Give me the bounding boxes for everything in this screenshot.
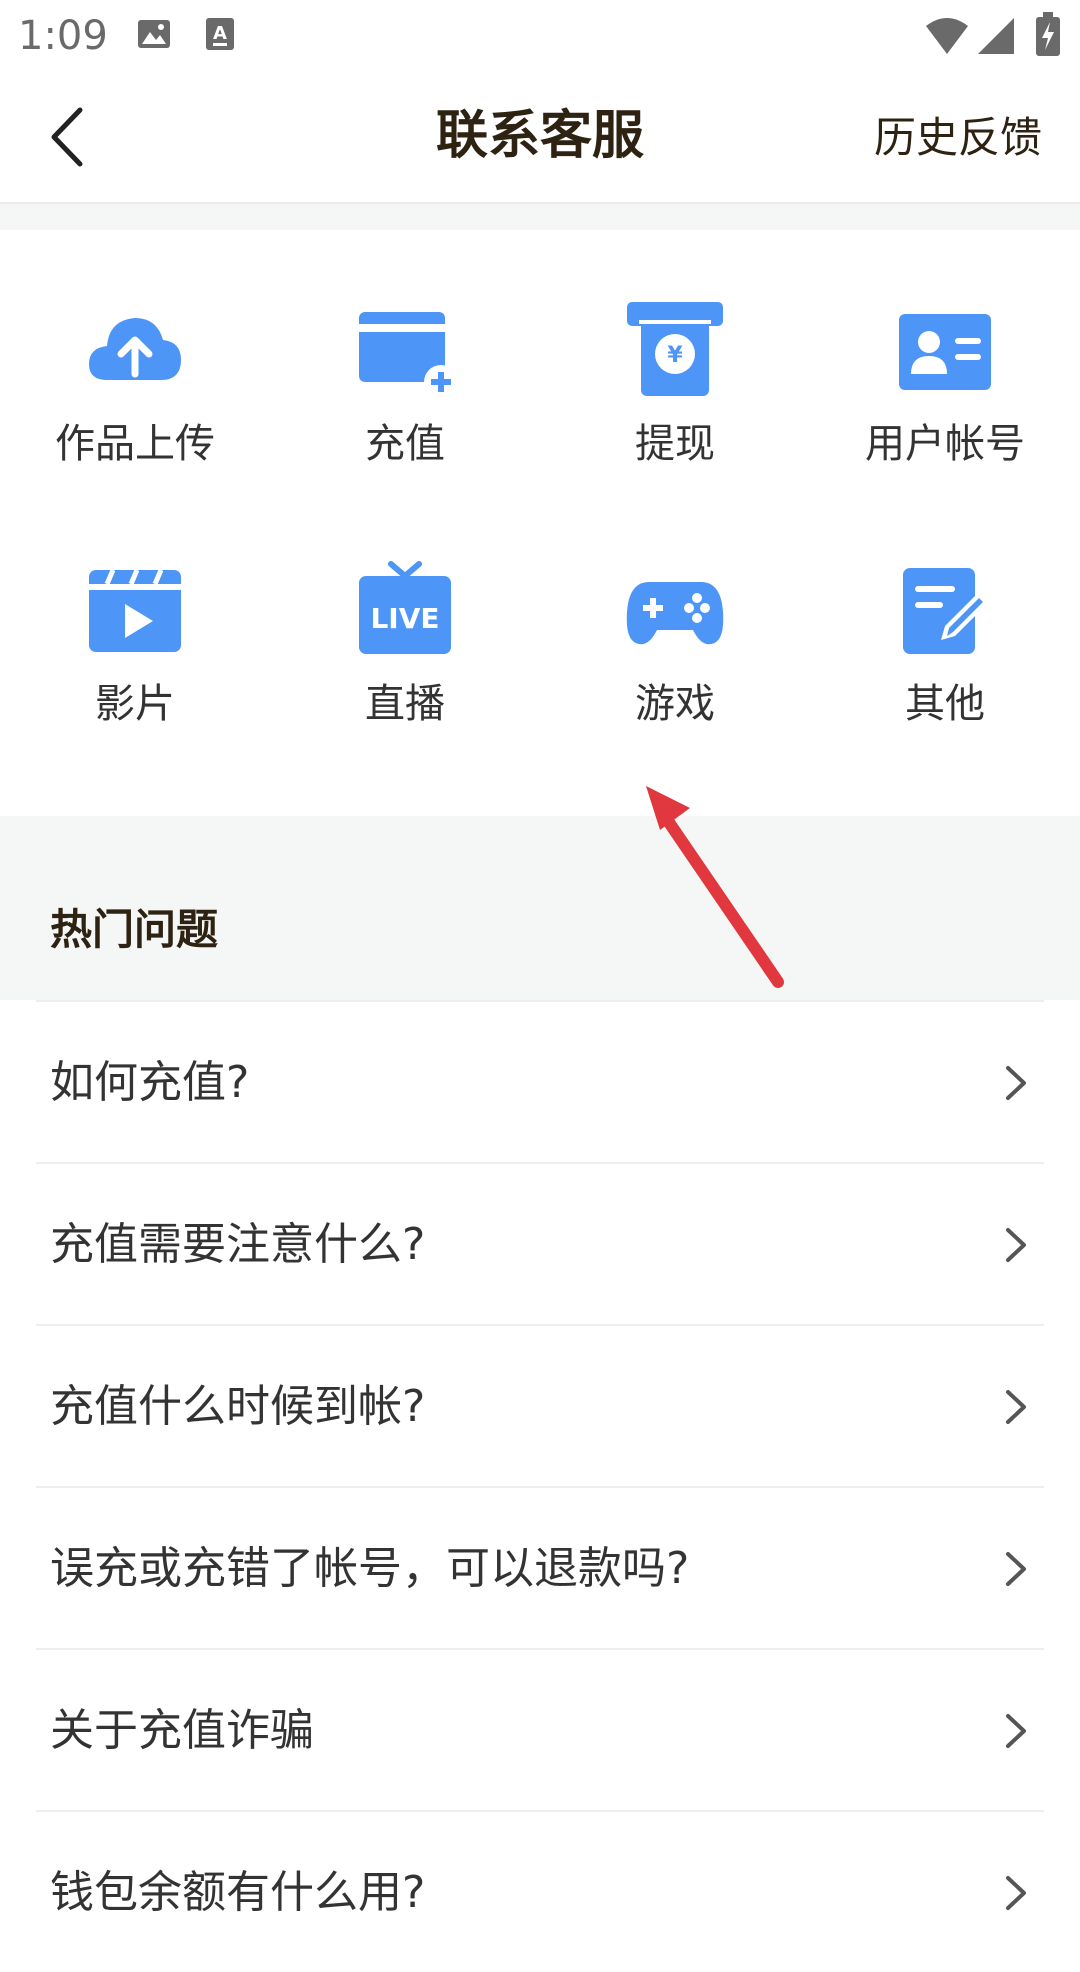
faq-item[interactable]: 如何充值? — [36, 1000, 1044, 1162]
chevron-right-icon — [1006, 1228, 1026, 1262]
faq-question: 关于充值诈骗 — [50, 1705, 314, 1756]
battery-icon — [1036, 12, 1060, 56]
svg-text:A: A — [213, 23, 227, 44]
top-bar: 联系客服 历史反馈 — [0, 72, 1080, 204]
wifi-icon — [926, 18, 968, 54]
category-movie[interactable]: 影片 — [0, 560, 270, 790]
faq-question: 如何充值? — [50, 1057, 250, 1108]
category-recharge[interactable]: 充值 — [270, 300, 540, 530]
hot-questions-title: 热门问题 — [50, 905, 219, 954]
category-label: 影片 — [95, 681, 175, 727]
faq-question: 误充或充错了帐号，可以退款吗? — [50, 1543, 690, 1594]
category-user-account[interactable]: 用户帐号 — [810, 300, 1080, 530]
faq-item[interactable]: 误充或充错了帐号，可以退款吗? — [36, 1486, 1044, 1648]
faq-item[interactable]: 关于充值诈骗 — [36, 1648, 1044, 1810]
chevron-right-icon — [1006, 1714, 1026, 1748]
clapperboard-icon — [89, 569, 181, 652]
category-label: 直播 — [365, 681, 445, 727]
faq-item[interactable]: 充值需要注意什么? — [36, 1162, 1044, 1324]
category-label: 提现 — [635, 421, 715, 467]
faq-question: 钱包余额有什么用? — [50, 1867, 426, 1918]
category-withdraw[interactable]: ¥ 提现 — [540, 300, 810, 530]
category-grid: 作品上传 充值 ¥ 提现 用户帐号 影片 LIVE 直播 游戏 其他 — [0, 230, 1080, 816]
text-notification-icon: A — [206, 18, 234, 50]
image-notification-icon — [138, 20, 170, 48]
gamepad-icon — [626, 582, 724, 645]
cloud-upload-icon — [89, 318, 181, 380]
faq-list: 如何充值? 充值需要注意什么? 充值什么时候到帐? 误充或充错了帐号，可以退款吗… — [36, 1000, 1044, 1972]
category-label: 游戏 — [635, 681, 715, 727]
chevron-right-icon — [1006, 1876, 1026, 1910]
card-add-icon — [359, 312, 455, 399]
note-edit-icon — [903, 568, 989, 654]
signal-icon — [978, 18, 1014, 54]
category-label: 其他 — [905, 681, 985, 727]
category-live[interactable]: LIVE 直播 — [270, 560, 540, 790]
chevron-right-icon — [1006, 1066, 1026, 1100]
yen-symbol: ¥ — [667, 343, 683, 368]
withdraw-icon: ¥ — [627, 302, 723, 396]
chevron-right-icon — [1006, 1390, 1026, 1424]
live-tv-icon: LIVE — [359, 561, 451, 654]
category-other[interactable]: 其他 — [810, 560, 1080, 790]
section-divider — [0, 204, 1080, 230]
history-feedback-link[interactable]: 历史反馈 — [874, 108, 1042, 168]
category-label: 作品上传 — [55, 421, 215, 467]
faq-item[interactable]: 钱包余额有什么用? — [36, 1810, 1044, 1972]
category-game[interactable]: 游戏 — [540, 560, 810, 790]
status-bar: 1:09 A — [0, 0, 1080, 72]
faq-question: 充值需要注意什么? — [50, 1219, 426, 1270]
chevron-right-icon — [1006, 1552, 1026, 1586]
category-works-upload[interactable]: 作品上传 — [0, 300, 270, 530]
live-text: LIVE — [370, 602, 439, 635]
faq-item[interactable]: 充值什么时候到帐? — [36, 1324, 1044, 1486]
status-time: 1:09 — [18, 13, 108, 59]
id-card-icon — [899, 314, 991, 390]
faq-question: 充值什么时候到帐? — [50, 1381, 426, 1432]
category-label: 用户帐号 — [865, 421, 1025, 467]
category-label: 充值 — [365, 421, 445, 467]
